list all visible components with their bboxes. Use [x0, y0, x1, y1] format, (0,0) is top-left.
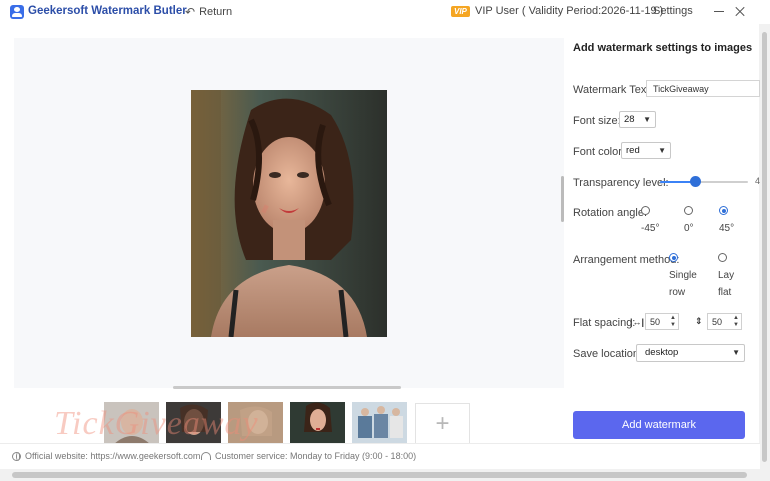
headset-icon	[201, 452, 211, 460]
window-horizontal-scrollbar[interactable]	[12, 472, 747, 478]
return-label: Return	[199, 6, 233, 18]
font-size-select[interactable]: 28 ▼	[619, 111, 656, 128]
preview-horizontal-scrollbar[interactable]	[173, 386, 401, 389]
add-watermark-button[interactable]: Add watermark	[573, 411, 745, 439]
globe-icon	[12, 451, 21, 461]
rotation-option-0-label: 0°	[684, 223, 694, 234]
decrement-icon[interactable]: ▼	[670, 322, 676, 328]
portrait-photo	[191, 90, 387, 337]
add-image-button[interactable]: +	[415, 403, 470, 444]
arrangement-flat-line2: flat	[718, 287, 732, 298]
font-size-value: 28	[624, 114, 635, 125]
thumbnail-3[interactable]	[228, 402, 283, 444]
window-vertical-scrollbar[interactable]	[762, 32, 767, 462]
transparency-slider-handle[interactable]	[690, 176, 702, 187]
flat-spacing-label: Flat spacing:	[573, 317, 636, 329]
settings-panel-title: Add watermark settings to images	[573, 42, 753, 54]
vip-status-text: VIP User ( Validity Period:2026-11-19 )	[475, 5, 663, 17]
image-preview-area	[14, 38, 564, 388]
save-location-value: desktop	[645, 347, 679, 358]
horizontal-spacing-icon: |↔|	[630, 317, 645, 327]
website-text: Official website: https://www.geekersoft…	[25, 451, 201, 461]
rotation-radio-0[interactable]	[684, 206, 693, 215]
thumbnail-2-image	[166, 402, 221, 444]
footer-service: Customer service: Monday to Friday (9:00…	[201, 451, 416, 461]
transparency-readout: 4	[755, 176, 761, 186]
vertical-spacing-icon: ⇕	[695, 316, 703, 326]
footer-website[interactable]: Official website: https://www.geekersoft…	[12, 451, 200, 461]
arrangement-method-label: Arrangement method:	[573, 254, 680, 266]
arrangement-flat-line1: Lay	[718, 270, 735, 281]
service-text: Customer service: Monday to Friday (9:00…	[215, 451, 417, 461]
settings-button[interactable]: Settings	[653, 5, 693, 17]
thumbnail-4-image	[290, 402, 345, 444]
thumbnail-2[interactable]	[166, 402, 221, 444]
horizontal-spacing-input[interactable]: 50 ▲ ▼	[645, 313, 679, 330]
font-color-value: red	[626, 145, 640, 156]
vertical-spacing-value: 50	[712, 317, 723, 327]
horizontal-spacing-value: 50	[650, 317, 661, 327]
return-arrow-icon: ↶	[185, 5, 196, 19]
font-size-label: Font size:	[573, 115, 621, 127]
arrangement-radio-single-row[interactable]	[669, 253, 678, 262]
thumbnail-strip	[0, 398, 560, 444]
increment-icon[interactable]: ▲	[670, 315, 676, 321]
thumbnail-4[interactable]	[290, 402, 345, 444]
transparency-label: Transparency level:	[573, 177, 669, 189]
vip-status-label: VIP User ( Validity Period:2026-11-19 )	[475, 5, 664, 17]
thumbnail-5[interactable]	[352, 402, 407, 444]
close-icon[interactable]	[733, 4, 747, 18]
vertical-spacing-input[interactable]: 50 ▲ ▼	[707, 313, 742, 330]
thumbnail-1[interactable]	[104, 402, 159, 444]
minimize-icon[interactable]	[712, 4, 726, 18]
increment-icon[interactable]: ▲	[733, 315, 739, 321]
app-logo-icon	[10, 5, 24, 19]
preview-image	[191, 90, 387, 337]
chevron-down-icon: ▼	[658, 146, 666, 155]
watermark-text-input[interactable]	[646, 80, 760, 97]
chevron-down-icon: ▼	[643, 115, 651, 124]
save-location-label: Save location:	[573, 348, 643, 360]
arrangement-single-line1: Single	[669, 270, 697, 281]
app-title: Geekersoft Watermark Butler	[28, 5, 187, 17]
thumbnail-3-image	[228, 402, 283, 444]
rotation-radio-45[interactable]	[719, 206, 728, 215]
decrement-icon[interactable]: ▼	[733, 322, 739, 328]
thumbnail-5-image	[352, 402, 407, 444]
footer: Official website: https://www.geekersoft…	[0, 443, 760, 469]
rotation-radio-neg45[interactable]	[641, 206, 650, 215]
watermark-text-label: Watermark Text:	[573, 84, 653, 96]
save-location-select[interactable]: desktop ▼	[636, 344, 745, 362]
rotation-angle-label: Rotation angle:	[573, 207, 647, 219]
font-color-select[interactable]: red ▼	[621, 142, 671, 159]
arrangement-radio-lay-flat[interactable]	[718, 253, 727, 262]
thumbnail-1-image	[104, 402, 159, 444]
panel-vertical-scrollbar[interactable]	[561, 176, 564, 222]
chevron-down-icon: ▼	[732, 348, 740, 357]
font-color-label: Font color:	[573, 146, 625, 158]
rotation-option-neg45-label: -45°	[641, 223, 660, 234]
arrangement-single-line2: row	[669, 287, 686, 298]
vip-icon: VIP	[451, 6, 470, 17]
return-button[interactable]: ↶ Return	[185, 5, 232, 19]
rotation-option-45-label: 45°	[719, 223, 735, 234]
